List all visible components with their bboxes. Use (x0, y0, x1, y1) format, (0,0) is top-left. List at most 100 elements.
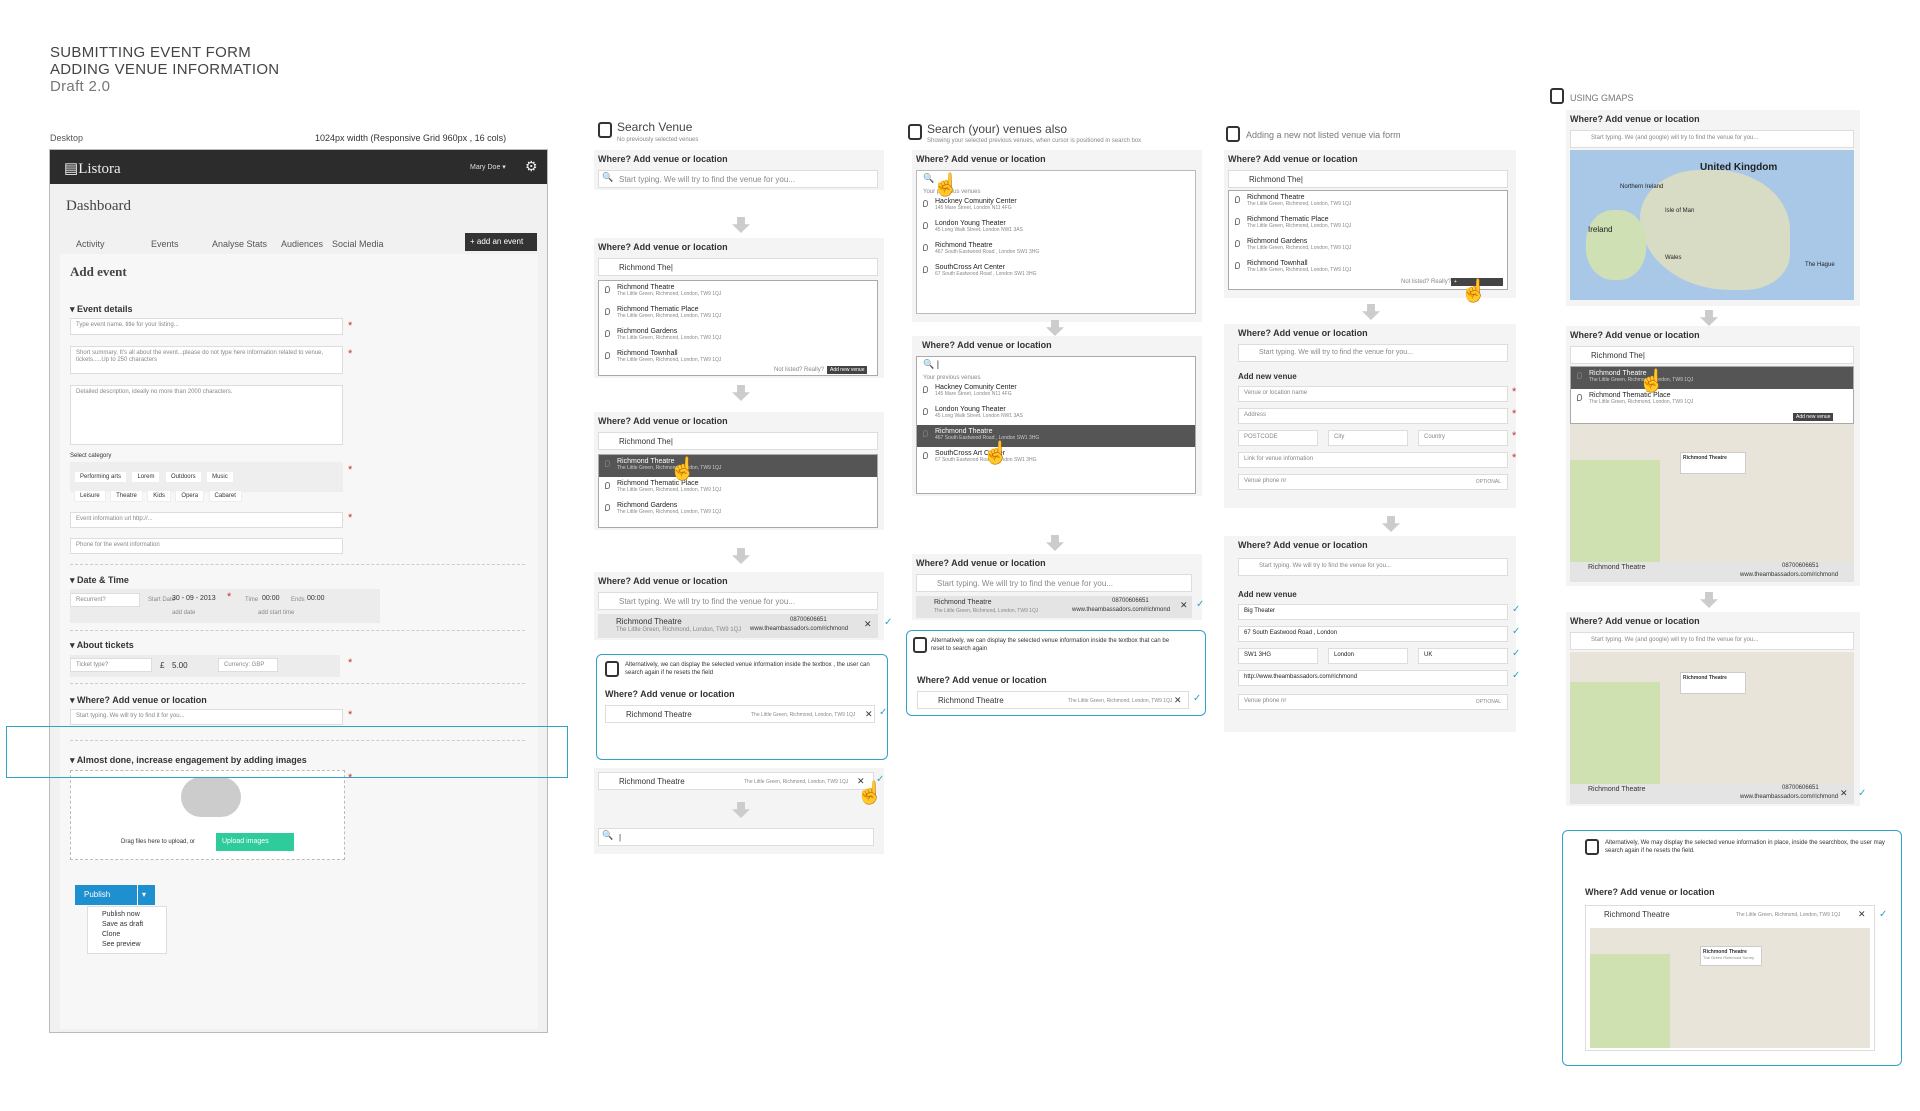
venue-link-input[interactable]: http://www.theambassadors.com/richmond (1238, 670, 1508, 686)
address-input[interactable]: Address (1238, 408, 1508, 424)
city-input[interactable]: London (1328, 648, 1408, 664)
country-select[interactable]: UK (1418, 648, 1508, 664)
gear-icon[interactable]: ⚙ (525, 158, 538, 175)
category-tag[interactable]: Outdoors (164, 471, 202, 483)
user-menu[interactable]: Mary Doe ▾ (470, 163, 506, 171)
category-tag[interactable]: Music (206, 471, 234, 483)
category-tag[interactable]: Opera (175, 490, 205, 502)
result-item-selected[interactable]: Richmond Theatre The Little Green, Richmo… (1571, 367, 1853, 389)
ends-value[interactable]: 00:00 (307, 595, 325, 602)
result-item-selected[interactable]: Richmond Theatre The Little Green, Richmo… (599, 455, 877, 477)
city-input[interactable]: City (1328, 430, 1408, 446)
summary-input[interactable]: Short summary. It's all about the event.… (70, 346, 343, 374)
tab-analyse-stats[interactable]: Analyse Stats (212, 239, 267, 249)
venue-search-input[interactable]: Start typing. We will try to find it for… (70, 709, 343, 725)
venue-search-input[interactable]: Start typing. We will try to find the ve… (916, 574, 1192, 592)
description-input[interactable]: Detailed description, ideally no more th… (70, 385, 343, 445)
venue-phone-input[interactable]: Venue phone nr OPTIONAL (1238, 694, 1508, 710)
gmaps-overview[interactable]: United Kingdom Northern Ireland Ireland … (1570, 150, 1854, 300)
add-start-time-link[interactable]: add start time (258, 610, 294, 616)
postcode-input[interactable]: SW1 3HG (1238, 648, 1318, 664)
result-item[interactable]: Richmond Thematic Place The Little Green,… (599, 303, 877, 325)
venue-search-input[interactable]: Start typing. We will try to find the ve… (1238, 344, 1508, 362)
result-item[interactable]: Richmond Theatre The Little Green, Richmo… (599, 281, 877, 303)
venue-phone-input[interactable]: Venue phone nr OPTIONAL (1238, 474, 1508, 490)
postcode-input[interactable]: POSTCODE (1238, 430, 1318, 446)
category-tag[interactable]: Leisure (74, 490, 106, 502)
venue-filled-input[interactable]: Richmond Theatre The Little Green, Richmo… (598, 772, 874, 790)
venue-search-input[interactable]: | (598, 828, 874, 846)
add-date-link[interactable]: add date (172, 610, 195, 616)
price-value[interactable]: 5.00 (172, 661, 188, 670)
tab-activity[interactable]: Activity (76, 239, 105, 249)
upload-images-button[interactable]: Upload images (216, 833, 294, 851)
result-item[interactable]: Richmond Theatre The Little Green, Richmo… (1229, 191, 1507, 213)
venue-search-input[interactable]: Richmond The| (1570, 346, 1854, 364)
close-icon[interactable]: ✕ (1180, 600, 1188, 611)
event-phone-input[interactable]: Phone for the event information (70, 538, 343, 554)
add-new-venue-button[interactable]: Add new venue (827, 366, 868, 374)
close-icon[interactable]: ✕ (1840, 788, 1848, 799)
result-item[interactable]: Richmond Thematic Place The Little Green,… (1229, 213, 1507, 235)
category-tag[interactable]: Cabaret (208, 490, 242, 502)
add-new-venue-button[interactable]: Add new venue (1793, 413, 1834, 421)
gmaps-detail[interactable]: Richmond Theatre (1570, 652, 1854, 784)
venue-search-input[interactable]: Start typing. We (and google) will try t… (1570, 130, 1854, 148)
menu-see-preview[interactable]: See preview (102, 940, 166, 950)
logo[interactable]: ▤Listora (64, 159, 121, 178)
result-item[interactable]: Richmond Gardens The Little Green, Richmo… (1229, 235, 1507, 257)
close-icon[interactable]: ✕ (865, 709, 873, 720)
menu-clone[interactable]: Clone (102, 930, 166, 940)
venue-search-input[interactable]: Start typing. We will try to find the ve… (598, 170, 878, 188)
result-item[interactable]: SouthCross Art Center 67 South Eastwood R… (917, 261, 1195, 283)
start-date-value[interactable]: 30 - 09 - 2013 (172, 595, 216, 602)
add-event-button[interactable]: + add an event (465, 233, 537, 251)
upload-dropzone[interactable]: Drag files here to upload, or Upload ima… (70, 770, 345, 860)
venue-search-input[interactable]: Start typing. We (and google) will try t… (1570, 632, 1854, 650)
result-item[interactable]: London Young Theater 45 Long Walk Street,… (917, 217, 1195, 239)
menu-save-draft[interactable]: Save as draft (102, 920, 166, 930)
category-tag[interactable]: Kids (147, 490, 171, 502)
result-item[interactable]: Richmond Townhall The Little Green, Richm… (1229, 257, 1507, 279)
venue-search-input[interactable]: Richmond The| (598, 432, 878, 450)
venue-search-input[interactable]: Richmond The| (1228, 170, 1508, 188)
venue-search-input[interactable]: Richmond The| (598, 258, 878, 276)
result-item[interactable]: London Young Theater 45 Long Walk Street,… (917, 403, 1195, 425)
venue-search-input[interactable]: Start typing. We will try to find the ve… (1238, 558, 1508, 576)
gmaps-detail[interactable]: Richmond Theatre (1570, 420, 1854, 568)
gmaps-inline[interactable]: Richmond Theatre The Green Richmond Surre… (1590, 928, 1870, 1048)
venue-filled-input[interactable]: Richmond Theatre The Little Green, Richmo… (605, 705, 875, 723)
result-item[interactable]: Richmond Gardens The Little Green, Richmo… (599, 499, 877, 521)
menu-publish-now[interactable]: Publish now (102, 910, 166, 920)
venue-filled-input[interactable]: Richmond Theatre The Little Green, Richmo… (917, 691, 1189, 709)
result-item[interactable]: Richmond Theatre 467 South Eastwood Road … (917, 239, 1195, 261)
close-icon[interactable]: ✕ (1858, 909, 1866, 920)
category-tag[interactable]: Lorem (131, 471, 161, 483)
tab-audiences[interactable]: Audiences (281, 239, 323, 249)
result-item[interactable]: Hackney Comunity Center 145 Mare Street, … (917, 381, 1195, 403)
ticket-type-select[interactable]: Ticket type? (70, 658, 152, 672)
currency-select[interactable]: Currency: GBP (218, 658, 278, 672)
result-item[interactable]: Hackney Comunity Center 145 Mare Street, … (917, 195, 1195, 217)
result-item[interactable]: SouthCross Art Center 67 South Eastwood R… (917, 447, 1195, 469)
venue-search-input[interactable]: Start typing. We will try to find the ve… (598, 592, 878, 610)
chevron-down-icon[interactable]: ▾ (137, 885, 155, 905)
event-url-input[interactable]: Event information url http://... (70, 512, 343, 528)
event-title-input[interactable]: Type event name, title for your listing.… (70, 318, 343, 335)
venue-name-input[interactable]: Venue or location name (1238, 386, 1508, 402)
time-value[interactable]: 00:00 (262, 595, 280, 602)
category-tag[interactable]: Performing arts (74, 471, 128, 483)
result-item[interactable]: Richmond Thematic Place The Little Green,… (1571, 389, 1853, 411)
close-icon[interactable]: ✕ (864, 619, 872, 630)
recurrent-select[interactable]: Recurrent? (70, 593, 140, 607)
venue-link-input[interactable]: Link for venue information (1238, 452, 1508, 468)
publish-button[interactable]: Publish ▾ (75, 885, 155, 905)
tab-events[interactable]: Events (151, 239, 179, 249)
venue-name-input[interactable]: Big Theater (1238, 604, 1508, 620)
country-select[interactable]: Country (1418, 430, 1508, 446)
close-icon[interactable]: ✕ (1174, 695, 1182, 706)
category-tag[interactable]: Theatre (110, 490, 143, 502)
inline-venue-card[interactable]: Richmond Theatre The Little Green, Richmo… (1585, 905, 1875, 1051)
result-item[interactable]: Richmond Gardens The Little Green, Richmo… (599, 325, 877, 347)
result-item-selected[interactable]: Richmond Theatre 467 South Eastwood Road … (917, 425, 1195, 447)
